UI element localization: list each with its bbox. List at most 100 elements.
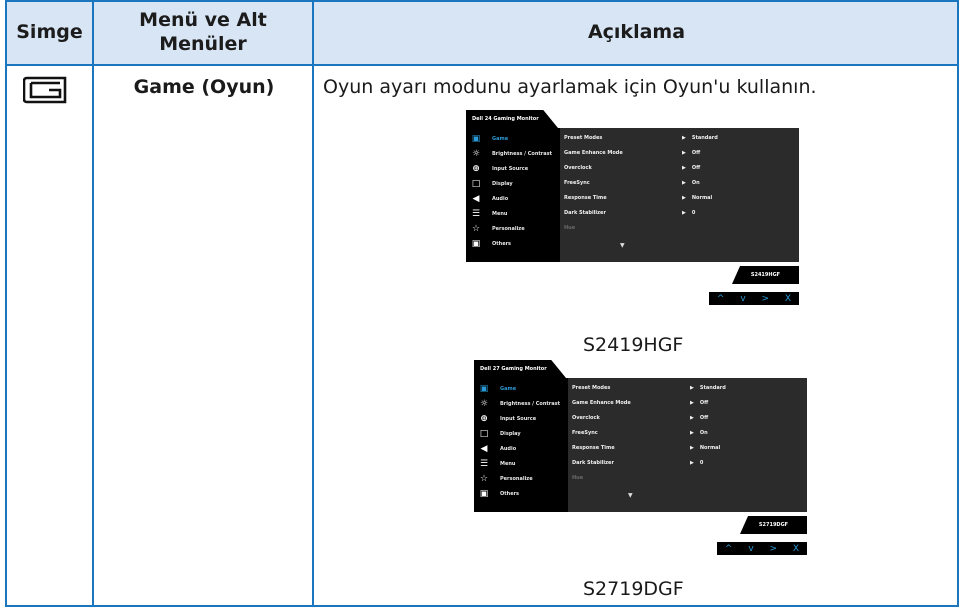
osd-setting-row: Dark Stabilizer 0 [564, 207, 794, 221]
osd-buttons: ^ v > X [709, 292, 799, 305]
down-arrow-icon: v [740, 293, 746, 304]
osd-setting-row: FreeSync On [572, 427, 802, 441]
osd-model-tab: S2719DGF [740, 516, 807, 534]
osd-sidebar-label: Personalize [492, 226, 525, 232]
right-arrow-icon: > [769, 543, 778, 554]
osd-sidebar-label: Menu [492, 211, 508, 217]
osd-setting-value: 0 [690, 460, 703, 466]
osd-setting-value: Normal [682, 195, 712, 201]
game-description: Oyun ayarı modunu ayarlamak için Oyun'u … [323, 76, 817, 98]
table-border-right [957, 0, 959, 607]
osd-sidebar-item-brightness: ☼ Brightness / Contrast [478, 397, 560, 411]
scroll-down-arrow-icon: ▼ [620, 242, 625, 249]
osd-sidebar-item-input: ⊕ Input Source [478, 412, 536, 426]
osd-sidebar: ▣ Game ☼ Brightness / Contrast ⊕ Input Sour… [466, 128, 560, 262]
menu-icon: ☰ [471, 209, 481, 219]
audio-icon: ◀ [472, 194, 480, 204]
osd-setting-row: Preset Modes Standard [564, 132, 794, 146]
osd-sidebar-label: Display [492, 181, 513, 187]
right-arrow-icon: > [761, 293, 770, 304]
table-border-left [5, 0, 7, 607]
osd-setting-row: Dark Stabilizer 0 [572, 457, 802, 471]
osd-setting-row: Overclock Off [564, 162, 794, 176]
others-icon: ▣ [479, 489, 489, 499]
header-simge: Simge [16, 21, 83, 43]
osd-setting-label: FreeSync [564, 180, 590, 186]
osd-title: Dell 27 Gaming Monitor [474, 360, 566, 378]
osd-sidebar-item-display: □ Display [478, 427, 521, 441]
caption-model-2: S2719DGF [583, 578, 684, 600]
osd-sidebar-item-audio: ◀ Audio [470, 192, 509, 206]
osd-screenshot-1: Dell 24 Gaming Monitor ▣ Game ☼ Brightness… [466, 110, 806, 316]
osd-setting-row: Preset Modes Standard [572, 382, 802, 396]
osd-setting-row: Overclock Off [572, 412, 802, 426]
menu-name-game: Game (Oyun) [133, 76, 275, 98]
osd-setting-row: Response Time Normal [564, 192, 794, 206]
osd-sidebar-item-others: ▣ Others [470, 237, 511, 251]
osd-sidebar-label: Input Source [500, 416, 537, 422]
personalize-star-icon: ☆ [479, 474, 489, 484]
input-source-icon: ⊕ [472, 164, 480, 174]
osd-setting-label: Hue [572, 475, 584, 481]
osd-setting-row-hue: Hue [572, 472, 802, 486]
input-source-icon: ⊕ [480, 414, 488, 424]
caption-model-1: S2419HGF [583, 334, 684, 356]
display-icon: □ [471, 179, 481, 189]
osd-sidebar-item-game: ▣ Game [478, 382, 516, 396]
others-icon: ▣ [471, 239, 481, 249]
brightness-icon: ☼ [471, 149, 481, 159]
osd-buttons: ^ v > X [717, 542, 807, 555]
osd-sidebar-item-display: □ Display [470, 177, 513, 191]
osd-setting-value: On [682, 180, 700, 186]
osd-setting-row: Game Enhance Mode Off [572, 397, 802, 411]
osd-settings-pane: Preset Modes Standard Game Enhance Mode Of… [560, 128, 799, 262]
menu-icon: ☰ [479, 459, 489, 469]
up-arrow-icon: ^ [724, 543, 733, 554]
exit-x-icon: X [784, 293, 792, 304]
osd-sidebar-label: Brightness / Contrast [500, 401, 560, 407]
osd-setting-label: Game Enhance Mode [564, 150, 623, 156]
osd-sidebar-label: Input Source [492, 166, 529, 172]
osd-setting-value: Off [682, 165, 700, 171]
osd-settings-pane: Preset Modes Standard Game Enhance Mode Of… [568, 378, 807, 512]
osd-setting-value: Off [690, 400, 708, 406]
osd-sidebar-item-brightness: ☼ Brightness / Contrast [470, 147, 552, 161]
osd-setting-value: Off [690, 415, 708, 421]
osd-sidebar-label: Personalize [500, 476, 533, 482]
osd-setting-value: On [690, 430, 708, 436]
game-icon [23, 76, 67, 104]
osd-setting-value: Standard [682, 135, 718, 141]
osd-sidebar-item-menu: ☰ Menu [470, 207, 508, 221]
osd-setting-row: Game Enhance Mode Off [564, 147, 794, 161]
header-aciklama: Açıklama [587, 21, 686, 43]
scroll-down-arrow-icon: ▼ [628, 492, 633, 499]
osd-setting-row-hue: Hue [564, 222, 794, 236]
osd-setting-label: Response Time [572, 445, 615, 451]
osd-screenshot-2: Dell 27 Gaming Monitor ▣ Game ☼ Brightness… [474, 360, 814, 566]
osd-setting-value: Standard [690, 385, 726, 391]
osd-setting-label: Preset Modes [564, 135, 603, 141]
osd-sidebar-item-game: ▣ Game [470, 132, 508, 146]
osd-setting-value: 0 [682, 210, 695, 216]
osd-sidebar-item-personalize: ☆ Personalize [470, 222, 525, 236]
osd-sidebar-label: Audio [492, 196, 509, 202]
osd-setting-label: Dark Stabilizer [564, 210, 606, 216]
osd-sidebar-label: Others [500, 491, 520, 497]
column-divider-2 [312, 0, 314, 607]
osd-setting-label: Overclock [572, 415, 600, 421]
up-arrow-icon: ^ [716, 293, 725, 304]
osd-setting-label: Preset Modes [572, 385, 611, 391]
osd-sidebar-label: Brightness / Contrast [492, 151, 552, 157]
table-border-bottom [5, 605, 959, 607]
osd-sidebar-label: Others [492, 241, 512, 247]
osd-setting-label: Dark Stabilizer [572, 460, 614, 466]
osd-sidebar-label: Display [500, 431, 521, 437]
brightness-icon: ☼ [479, 399, 489, 409]
osd-setting-label: Overclock [564, 165, 592, 171]
header-divider [5, 64, 959, 66]
osd-setting-label: Hue [564, 225, 576, 231]
osd-setting-row: FreeSync On [564, 177, 794, 191]
personalize-star-icon: ☆ [471, 224, 481, 234]
osd-setting-value: Normal [690, 445, 720, 451]
osd-setting-label: Response Time [564, 195, 607, 201]
